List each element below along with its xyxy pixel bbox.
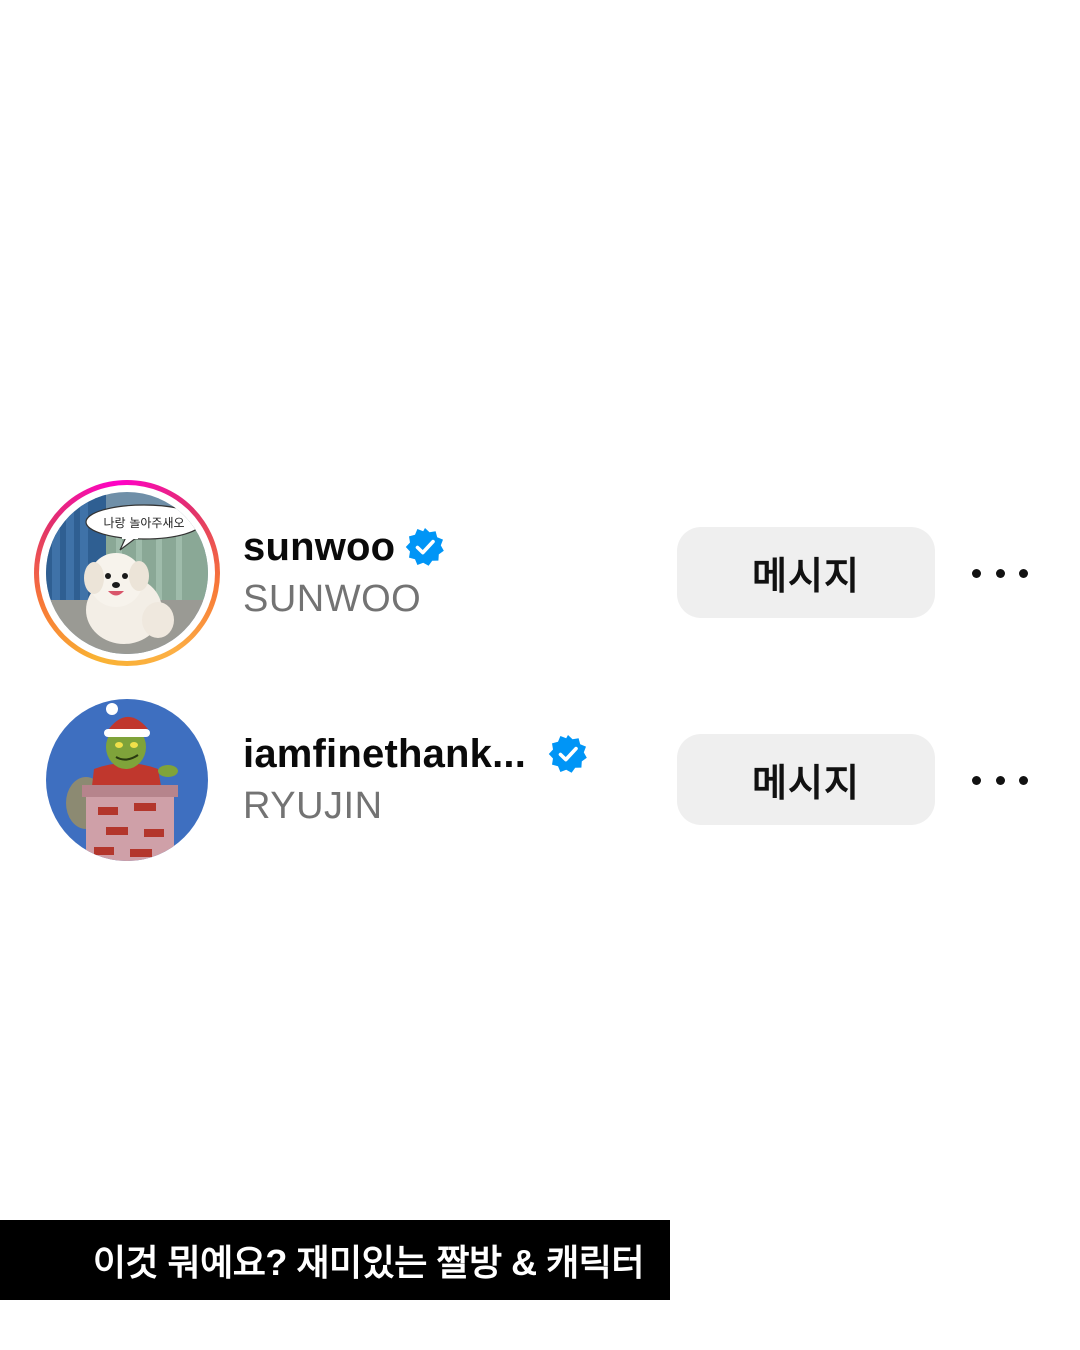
user-info: sunwoo SUNWOO (243, 522, 445, 621)
account-row-ryujin: iamfinethank... RYUJIN 메시지 (0, 685, 1080, 875)
avatar-speech-text: 나랑 놀아주새오 (103, 516, 184, 530)
username[interactable]: sunwoo (243, 525, 395, 570)
display-name: SUNWOO (243, 578, 422, 620)
caption-bar: 이것 뭐예요? 재미있는 짤방 & 캐릭터 (0, 1220, 670, 1300)
grinch-cartoon-avatar (46, 699, 208, 861)
verified-badge-icon (548, 734, 588, 774)
dog-photo-avatar: 나랑 놀아주새오 (46, 492, 208, 654)
ellipsis-icon[interactable] (972, 765, 1028, 795)
message-button[interactable]: 메시지 (677, 527, 935, 618)
verified-badge-icon (405, 527, 445, 567)
username[interactable]: iamfinethank... (243, 732, 526, 777)
account-row-sunwoo: 나랑 놀아주새오 sunwoo SUNWOO 메시지 (0, 478, 1080, 668)
user-info: iamfinethank... RYUJIN (243, 729, 588, 828)
display-name: RYUJIN (243, 785, 383, 827)
avatar-story-ring[interactable]: 나랑 놀아주새오 (34, 480, 220, 666)
page: 나랑 놀아주새오 sunwoo SUNWOO 메시지 iamfinethank.… (0, 0, 1080, 1350)
caption-text: 이것 뭐예요? 재미있는 짤방 & 캐릭터 (92, 1242, 645, 1283)
avatar[interactable] (34, 687, 220, 873)
message-button[interactable]: 메시지 (677, 734, 935, 825)
ellipsis-icon[interactable] (972, 558, 1028, 588)
